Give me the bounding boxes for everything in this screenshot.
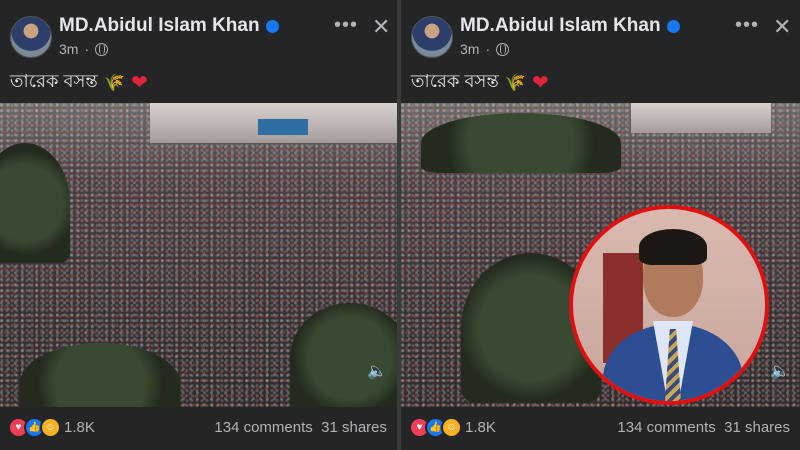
- globe-icon: [95, 42, 109, 56]
- heart-icon: ❤: [531, 72, 549, 94]
- author-name[interactable]: MD.Abidul Islam Khan: [460, 15, 661, 37]
- reaction-count[interactable]: 1.8K: [465, 419, 496, 436]
- care-reaction-icon: ☺: [40, 417, 61, 438]
- reaction-icons[interactable]: ♥ 👍 ☺: [8, 417, 61, 438]
- author-avatar[interactable]: [411, 16, 453, 58]
- globe-icon: [496, 42, 510, 56]
- post-meta: 3m ·: [460, 41, 510, 57]
- portrait-inset: [569, 205, 769, 405]
- post-left: MD.Abidul Islam Khan 3m · ••• ✕ তারেক বস…: [0, 0, 397, 450]
- more-options-icon[interactable]: •••: [735, 14, 759, 37]
- reaction-icons[interactable]: ♥ 👍 ☺: [409, 417, 462, 438]
- volume-icon[interactable]: 🔈: [367, 361, 387, 381]
- close-icon[interactable]: ✕: [773, 14, 791, 40]
- post-meta: 3m ·: [59, 41, 109, 57]
- trees: [421, 113, 621, 173]
- post-header: MD.Abidul Islam Khan 3m · ••• ✕: [401, 0, 800, 70]
- post-header: MD.Abidul Islam Khan 3m · ••• ✕: [0, 0, 397, 70]
- more-options-icon[interactable]: •••: [334, 14, 358, 37]
- close-icon[interactable]: ✕: [372, 14, 390, 40]
- heart-icon: ❤: [130, 72, 148, 94]
- hair: [639, 229, 707, 265]
- reaction-count[interactable]: 1.8K: [64, 419, 95, 436]
- author-avatar[interactable]: [10, 16, 52, 58]
- post-video[interactable]: 🔈: [0, 103, 397, 407]
- sheaf-of-rice-icon: 🌾: [504, 72, 526, 92]
- stage: [258, 119, 308, 135]
- verified-badge-icon: [265, 19, 279, 33]
- caption-text: তারেক বসন্ত: [10, 71, 98, 91]
- author-row: MD.Abidul Islam Khan: [59, 15, 279, 37]
- post-footer: ♥ 👍 ☺ 1.8K 134 comments 31 shares: [401, 407, 800, 450]
- comments-shares: 134 comments 31 shares: [617, 419, 790, 436]
- post-caption: তারেক বসন্ত 🌾 ❤: [411, 67, 549, 98]
- post-time[interactable]: 3m: [460, 41, 479, 57]
- verified-badge-icon: [666, 19, 680, 33]
- post-caption: তারেক বসন্ত 🌾 ❤: [10, 67, 148, 98]
- author-row: MD.Abidul Islam Khan: [460, 15, 680, 37]
- post-time[interactable]: 3m: [59, 41, 78, 57]
- comment-count[interactable]: 134 comments: [617, 419, 715, 436]
- comment-count[interactable]: 134 comments: [214, 419, 312, 436]
- share-count[interactable]: 31 shares: [724, 419, 790, 436]
- volume-icon[interactable]: 🔈: [770, 361, 790, 381]
- share-count[interactable]: 31 shares: [321, 419, 387, 436]
- author-name[interactable]: MD.Abidul Islam Khan: [59, 15, 260, 37]
- post-footer: ♥ 👍 ☺ 1.8K 134 comments 31 shares: [0, 407, 397, 450]
- sheaf-of-rice-icon: 🌾: [103, 72, 125, 92]
- caption-text: তারেক বসন্ত: [411, 71, 499, 91]
- comments-shares: 134 comments 31 shares: [214, 419, 387, 436]
- care-reaction-icon: ☺: [441, 417, 462, 438]
- building: [631, 103, 771, 133]
